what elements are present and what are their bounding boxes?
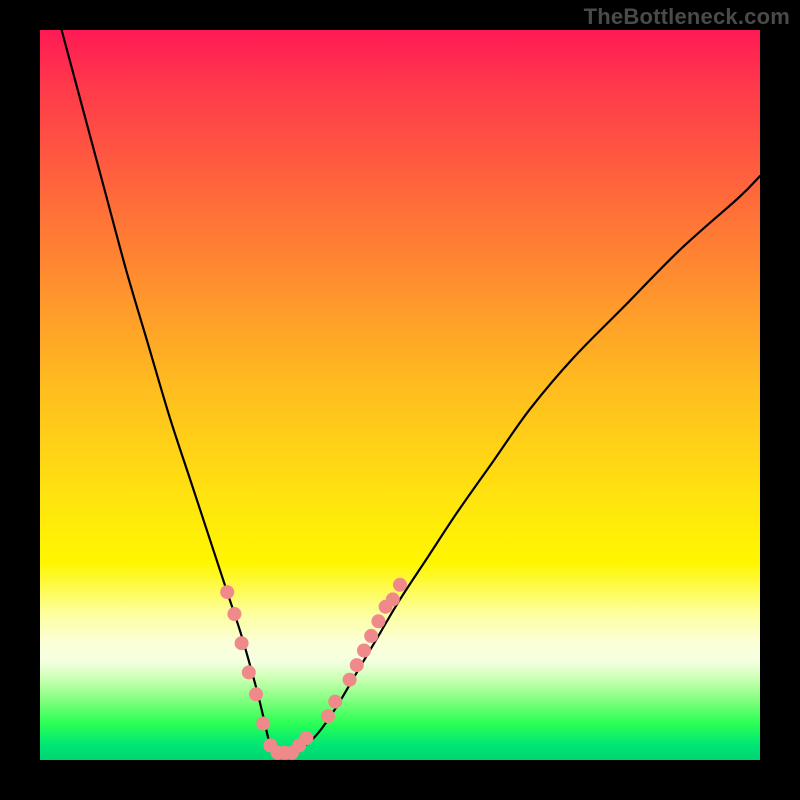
marker-dot: [242, 665, 256, 679]
marker-dot: [256, 717, 270, 731]
marker-dot: [386, 592, 400, 606]
marker-dot: [357, 644, 371, 658]
marker-dot: [364, 629, 378, 643]
chart-svg: [40, 30, 760, 760]
marker-dot: [350, 658, 364, 672]
marker-dot: [235, 636, 249, 650]
marker-dot: [249, 687, 263, 701]
marker-dot: [321, 709, 335, 723]
marker-dot: [299, 731, 313, 745]
attribution-label: TheBottleneck.com: [584, 4, 790, 30]
marker-dot: [393, 578, 407, 592]
marker-dot: [343, 673, 357, 687]
marker-dot: [371, 614, 385, 628]
marker-dot: [220, 585, 234, 599]
marker-dot: [227, 607, 241, 621]
plot-area: [40, 30, 760, 760]
marker-dots: [220, 578, 407, 760]
bottleneck-curve: [62, 30, 760, 754]
chart-frame: TheBottleneck.com: [0, 0, 800, 800]
marker-dot: [328, 695, 342, 709]
